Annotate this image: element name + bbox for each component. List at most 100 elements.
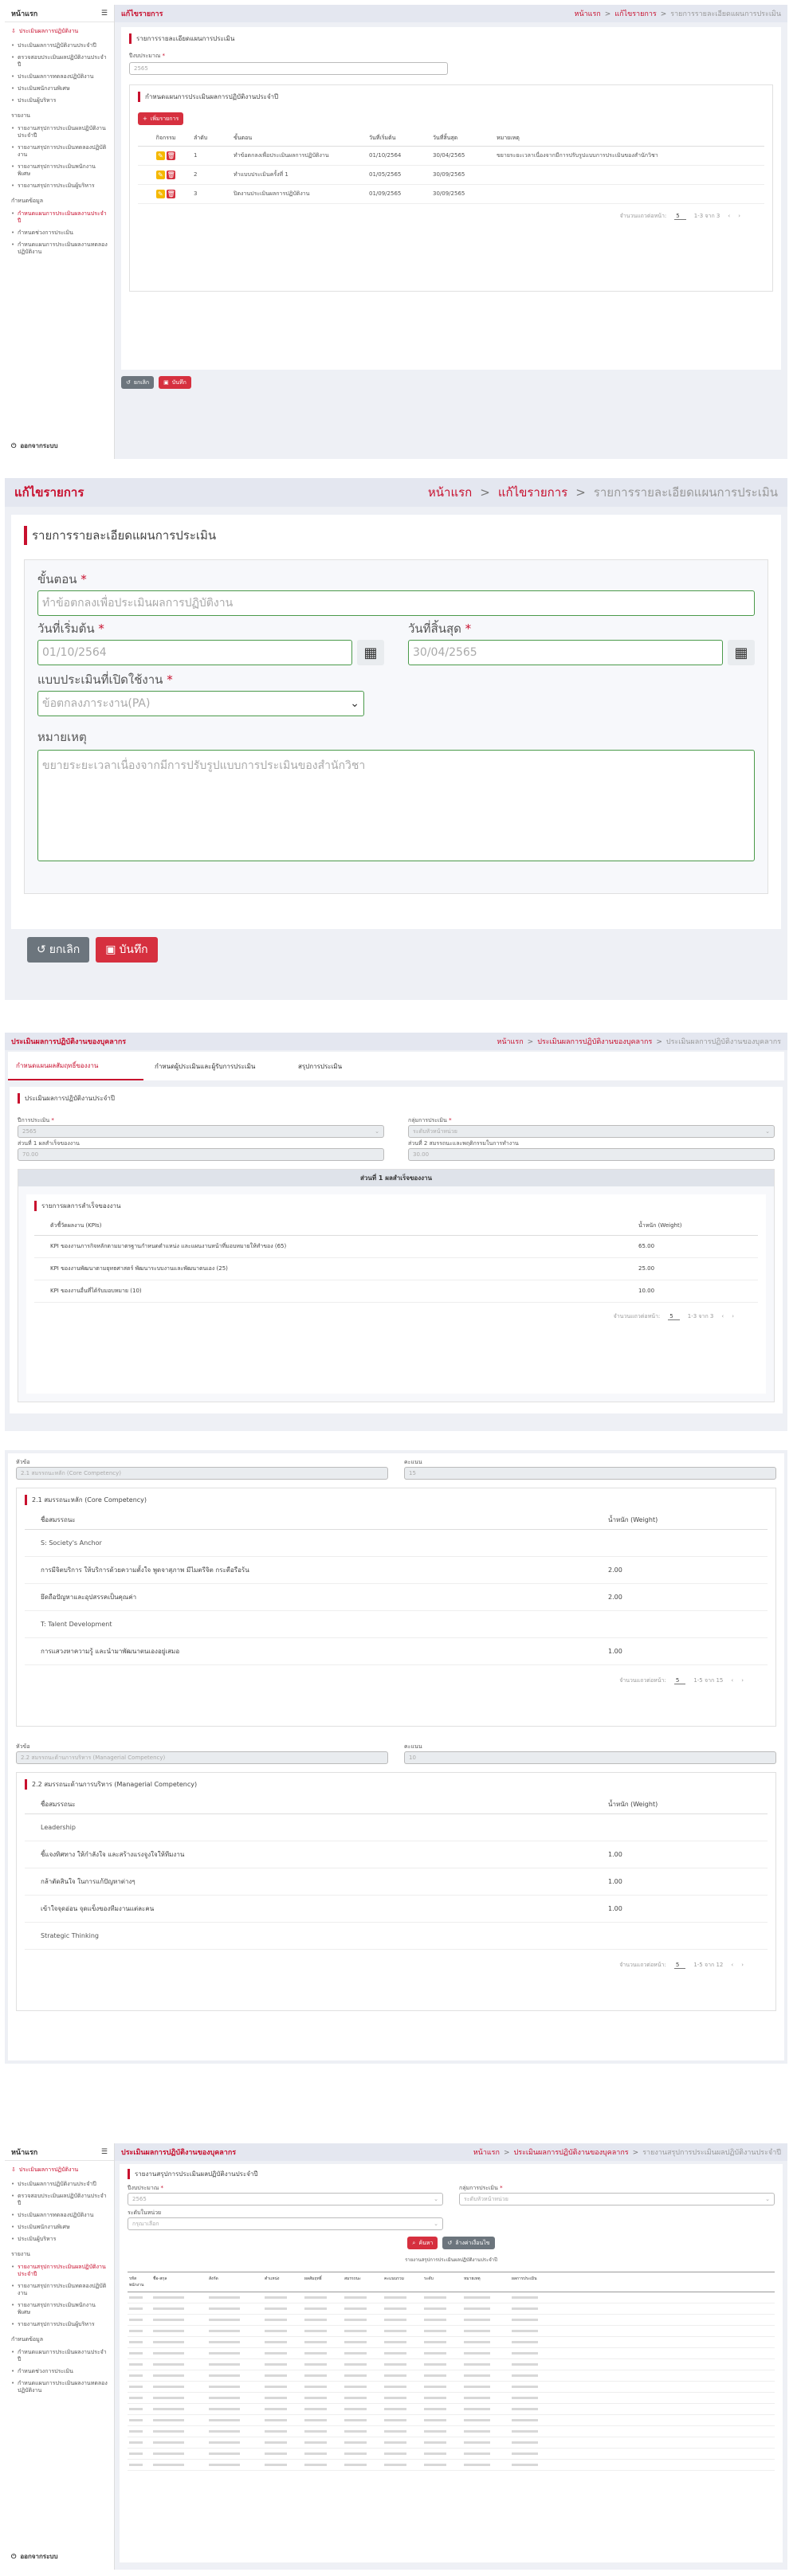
add-item-button[interactable]: + เพิ่มรายการ xyxy=(138,112,184,125)
sidebar-item[interactable]: ประเมินผลการปฏิบัติงานประจำปี xyxy=(5,40,114,52)
sidebar-item[interactable]: ประเมินพนักงานพิเศษ xyxy=(5,83,114,95)
sidebar-item[interactable]: รายงานสรุปการประเมินพนักงานพิเศษ xyxy=(5,161,114,180)
save-button[interactable]: ▣ บันทึก xyxy=(159,376,191,389)
edit-icon[interactable]: ✎ xyxy=(155,189,165,198)
prev-page-icon[interactable]: ‹ xyxy=(731,1677,733,1684)
delete-icon[interactable]: 🗑 xyxy=(167,170,176,179)
report-cell xyxy=(422,2319,462,2321)
crumb-home[interactable]: หน้าแรก xyxy=(497,1038,523,1046)
sidebar-item[interactable]: รายงานสรุปการประเมินผู้บริหาร xyxy=(5,180,114,192)
report-cell-placeholder xyxy=(209,2419,240,2421)
delete-icon[interactable]: 🗑 xyxy=(167,151,176,160)
report-row xyxy=(128,2437,775,2449)
report-cell-placeholder xyxy=(344,2330,367,2332)
sidebar-item[interactable]: กำหนดช่วงการประเมิน xyxy=(5,2366,114,2378)
search-button[interactable]: ⌕ ค้นหา xyxy=(407,2237,438,2249)
step-input[interactable]: ทำข้อตกลงเพื่อประเมินผลการปฏิบัติงาน xyxy=(37,590,755,616)
menu-icon[interactable]: ☰ xyxy=(101,10,108,18)
report-cell-placeholder xyxy=(129,2386,143,2388)
sidebar-item[interactable]: ประเมินพนักงานพิเศษ xyxy=(5,2221,114,2233)
topic-label: หัวข้อ xyxy=(16,1743,30,1750)
sidebar-item[interactable]: ตรวจสอบประเมินผลปฏิบัติงานประจำปี xyxy=(5,52,114,71)
col-weight: น้ำหนัก (Weight) xyxy=(638,1222,682,1229)
start-date-input[interactable]: 01/10/2564 xyxy=(37,640,352,665)
logout-button[interactable]: ⏻ ออกจากระบบ xyxy=(11,2551,58,2562)
sidebar-item[interactable]: ตรวจสอบประเมินผลปฏิบัติงานประจำปี xyxy=(5,2190,114,2209)
rows-per-page-select[interactable]: 5 xyxy=(673,1677,686,1684)
table-row: KPI ของงานอื่นที่ได้รับมอบหมาย (10) 10.00 xyxy=(34,1280,758,1302)
sidebar-item[interactable]: รายงานสรุปการประเมินทดลองปฏิบัติงาน xyxy=(5,2280,114,2300)
prev-page-icon[interactable]: ‹ xyxy=(728,213,730,219)
report-cell xyxy=(510,2330,558,2332)
crumb-eval[interactable]: ประเมินผลการปฏิบัติงานของบุคลากร xyxy=(514,2149,629,2157)
note-textarea[interactable]: ขยายระยะเวลาเนื่องจากมีการปรับรูปแบบการป… xyxy=(37,750,755,861)
form-select[interactable]: ข้อตกลงภาระงาน(PA) ⌄ xyxy=(37,691,364,716)
step-tab-1[interactable]: กำหนดแผนผลสัมฤทธิ์ของงาน xyxy=(8,1052,143,1080)
sidebar-item[interactable]: ประเมินผู้บริหาร xyxy=(5,95,114,107)
save-label: บันทึก xyxy=(171,378,186,386)
crumb-edit[interactable]: แก้ไขรายการ xyxy=(614,10,656,18)
eval-year-select[interactable]: 2565 ⌄ xyxy=(18,1125,384,1138)
rows-per-page-select[interactable]: 5 xyxy=(673,1962,686,1969)
next-page-icon[interactable]: › xyxy=(738,213,740,219)
year-select[interactable]: 2565 ⌄ xyxy=(128,2193,443,2205)
year-field[interactable]: 2565 xyxy=(129,62,448,75)
report-cell-placeholder xyxy=(265,2307,287,2310)
core-competency-card: 2.1 สมรรถนะหลัก (Core Competency) ชื่อสม… xyxy=(16,1488,776,1727)
report-cell-placeholder xyxy=(304,2307,327,2310)
save-button[interactable]: ▣ บันทึก xyxy=(96,937,158,963)
report-cell xyxy=(151,2319,207,2321)
sidebar-item[interactable]: ประเมินผลการทดลองปฏิบัติงาน xyxy=(5,71,114,83)
delete-icon[interactable]: 🗑 xyxy=(167,189,176,198)
calendar-icon[interactable]: ▦ xyxy=(357,640,384,665)
report-cell-placeholder xyxy=(209,2397,240,2399)
logout-button[interactable]: ⏻ ออกจากระบบ xyxy=(11,441,58,451)
cancel-button[interactable]: ↺ ยกเลิก xyxy=(27,937,90,963)
sidebar-item[interactable]: กำหนดช่วงการประเมิน xyxy=(5,227,114,239)
prev-page-icon[interactable]: ‹ xyxy=(721,1313,724,1319)
sidebar-item[interactable]: ประเมินผลการทดลองปฏิบัติงาน xyxy=(5,2209,114,2221)
edit-icon[interactable]: ✎ xyxy=(155,151,165,160)
sidebar-item[interactable]: รายงานสรุปการประเมินผู้บริหาร xyxy=(5,2319,114,2331)
sidebar-item[interactable]: ประเมินผลการปฏิบัติงานประจำปี xyxy=(5,2178,114,2190)
calendar-icon[interactable]: ▦ xyxy=(728,640,755,665)
sidebar-item[interactable]: ประเมินผู้บริหาร xyxy=(5,2233,114,2245)
prev-page-icon[interactable]: ‹ xyxy=(731,1962,733,1968)
crumb-home[interactable]: หน้าแรก xyxy=(428,485,472,500)
sidebar-item[interactable]: กำหนดแผนการประเมินผลงานประจำปี xyxy=(5,2347,114,2366)
menu-icon[interactable]: ☰ xyxy=(101,2148,108,2156)
clear-button[interactable]: ↺ ล้างค่าเงื่อนไข xyxy=(442,2237,495,2249)
report-cell xyxy=(263,2408,303,2410)
download-icon: ⇩ xyxy=(11,28,16,34)
group-select[interactable]: ระดับหัวหน้าหน่วย ⌄ xyxy=(459,2193,775,2205)
sidebar-item[interactable]: รายงานสรุปการประเมินผลปฏิบัติงานประจำปี xyxy=(5,123,114,142)
crumb-home[interactable]: หน้าแรก xyxy=(473,2149,500,2157)
sidebar-item[interactable]: กำหนดแผนการประเมินผลงานทดลองปฏิบัติงาน xyxy=(5,239,114,258)
sidebar-item[interactable]: รายงานสรุปการประเมินผลปฏิบัติงานประจำปี xyxy=(5,2261,114,2280)
sidebar-item[interactable]: รายงานสรุปการประเมินพนักงานพิเศษ xyxy=(5,2300,114,2319)
rows-per-page-select[interactable]: 5 xyxy=(674,213,686,220)
sidebar-main-item[interactable]: ⇩ ประเมินผลการปฏิบัติงาน xyxy=(5,2161,114,2178)
next-page-icon[interactable]: › xyxy=(732,1313,734,1319)
step-tab-2[interactable]: กำหนดผู้ประเมินและผู้รับการประเมิน xyxy=(143,1061,287,1072)
sidebar-item[interactable]: กำหนดแผนการประเมินผลงานทดลองปฏิบัติงาน xyxy=(5,2378,114,2397)
sidebar-item[interactable]: กำหนดแผนการประเมินผลงานประจำปี xyxy=(5,208,114,227)
crumb-home[interactable]: หน้าแรก xyxy=(575,10,601,18)
page-title: ประเมินผลการปฏิบัติงานของบุคลากร xyxy=(11,1038,127,1046)
step-tab-3[interactable]: สรุปการประเมิน xyxy=(287,1061,383,1072)
edit-icon[interactable]: ✎ xyxy=(155,170,165,179)
cancel-button[interactable]: ↺ ยกเลิก xyxy=(121,376,155,389)
sidebar-main-item[interactable]: ⇩ ประเมินผลการปฏิบัติงาน xyxy=(5,22,114,40)
crumb-eval[interactable]: ประเมินผลการปฏิบัติงานของบุคลากร xyxy=(537,1038,652,1046)
next-page-icon[interactable]: › xyxy=(741,1677,744,1684)
core-competency-title: 2.1 สมรรถนะหลัก (Core Competency) xyxy=(25,1495,768,1505)
sidebar-item[interactable]: รายงานสรุปการประเมินทดลองปฏิบัติงาน xyxy=(5,142,114,161)
eval-group-select[interactable]: ระดับหัวหน้าหน่วย ⌄ xyxy=(408,1125,775,1138)
end-date-input[interactable]: 30/04/2565 xyxy=(408,640,723,665)
report-cell-placeholder xyxy=(304,2419,327,2421)
rows-per-page-select[interactable]: 5 xyxy=(668,1313,680,1320)
report-cell xyxy=(510,2430,558,2433)
unit-select[interactable]: กรุณาเลือก ⌄ xyxy=(128,2217,443,2230)
next-page-icon[interactable]: › xyxy=(741,1962,744,1968)
crumb-edit[interactable]: แก้ไขรายการ xyxy=(498,485,567,500)
